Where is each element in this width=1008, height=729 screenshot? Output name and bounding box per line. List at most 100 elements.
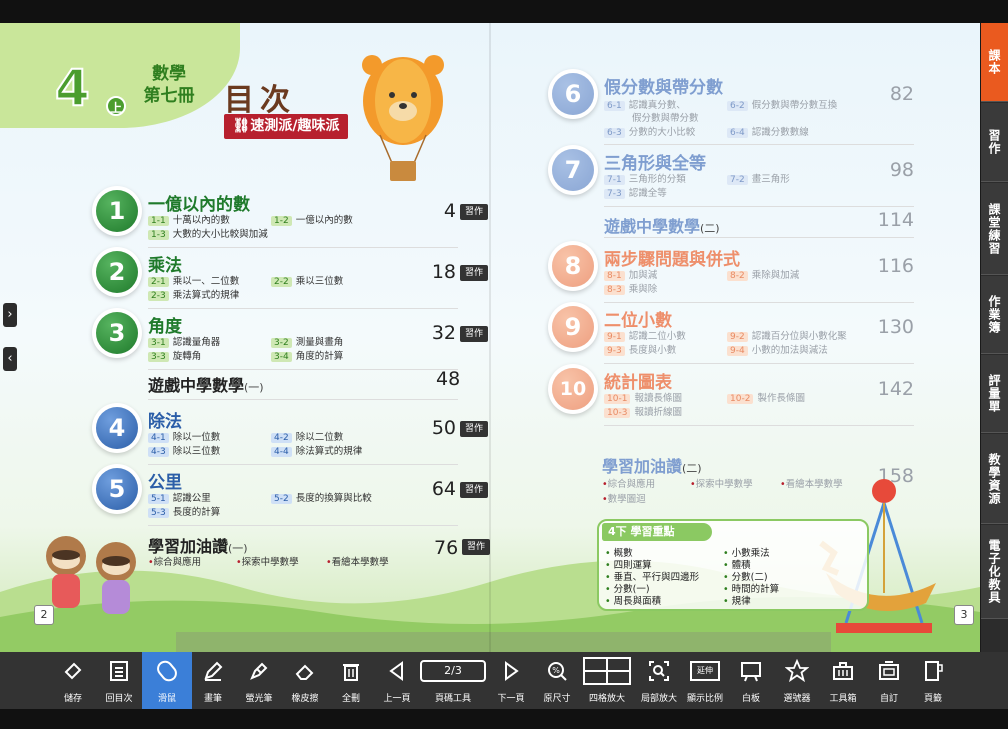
chapter-row[interactable]: 9 二位小數 9-1 認識二位小數 9-2 認識百分位與小數化聚 9-3 長度與小數 … [552, 306, 914, 364]
lesson-code: 5-3 [148, 508, 169, 518]
lesson-item[interactable]: 2-3 乘法算式的規律 [148, 287, 239, 301]
lesson-item[interactable]: 4-4 除法算式的規律 [271, 443, 362, 457]
number-picker-button[interactable]: 選號器 [774, 652, 820, 709]
tab-teaching-resources[interactable]: 教學資源 [981, 434, 1008, 524]
chapter-row[interactable]: 3 角度 3-1 認識量角器 3-2 測量與畫角 3-3 旋轉角 3-4 角度的計算 3… [96, 312, 488, 370]
game-section-row[interactable]: 遊戲中學數學(二) 114 [604, 209, 914, 243]
chapter-row[interactable]: 6 假分數與帶分數 6-1 認識真分數、 6-2 假分數與帶分數互換 假分數與帶分數… [552, 73, 914, 145]
display-ratio-text: 延伸 [690, 661, 720, 681]
review-item[interactable]: •綜合與應用 [148, 554, 201, 568]
lesson-item[interactable]: 1-3 大數的大小比較與加減 [148, 226, 268, 240]
quiz-link-button[interactable]: ⛓速測派/趣味派 [224, 114, 348, 139]
quad-zoom-button[interactable]: 四格放大 [582, 652, 632, 709]
chapter-title: 假分數與帶分數 [604, 78, 723, 98]
lesson-code: 7-1 [604, 175, 625, 185]
lesson-item[interactable]: 5-2 長度的換算與比較 [271, 490, 372, 504]
review-item[interactable]: •綜合與應用 [602, 476, 655, 490]
bookmark-button[interactable]: 頁籤 [910, 652, 956, 709]
lesson-item[interactable]: 2-2 乘以三位數 [271, 273, 343, 287]
chapter-row[interactable]: 5 公里 5-1 認識公里 5-2 長度的換算與比較 5-3 長度的計算 64 習作 [96, 468, 488, 526]
lesson-item[interactable]: 10-2 製作長條圖 [727, 390, 805, 404]
lesson-item[interactable]: 9-1 認識二位小數 [604, 328, 686, 342]
prev-page-button[interactable]: 上一頁 [374, 652, 420, 709]
tab-assessment[interactable]: 評量單 [981, 355, 1008, 433]
workbook-button[interactable]: 習作 [460, 421, 488, 437]
lesson-item[interactable]: 4-2 除以二位數 [271, 429, 343, 443]
lesson-item[interactable]: 6-3 分數的大小比較 [604, 124, 695, 138]
workbook-button[interactable]: 習作 [460, 265, 488, 281]
lesson-item[interactable]: 10-1 報讀長條圖 [604, 390, 682, 404]
lesson-code: 1-1 [148, 216, 169, 226]
original-size-button[interactable]: % 原尺寸 [534, 652, 580, 709]
tab-class-exercise[interactable]: 課堂練習 [981, 183, 1008, 275]
lesson-item[interactable]: 3-2 測量與畫角 [271, 334, 343, 348]
lesson-item[interactable]: 6-4 認識分數數線 [727, 124, 809, 138]
chapter-row[interactable]: 4 除法 4-1 除以一位數 4-2 除以二位數 4-3 除以三位數 4-4 除法算式的… [96, 407, 488, 465]
triangle-left-icon [374, 656, 420, 686]
lesson-item[interactable]: 5-3 長度的計算 [148, 504, 220, 518]
review-item[interactable]: •數學圖迴 [602, 491, 646, 505]
clear-all-button[interactable]: 全刪 [328, 652, 374, 709]
tab-textbook[interactable]: 課本 [981, 23, 1008, 102]
lesson-item[interactable]: 4-3 除以三位數 [148, 443, 220, 457]
lesson-item[interactable]: 6-2 假分數與帶分數互換 [727, 97, 837, 111]
mouse-tool-button[interactable]: 滑鼠 [142, 652, 192, 709]
game-section-row[interactable]: 遊戲中學數學(一) 48 [148, 368, 488, 402]
review-item[interactable]: •探索中學數學 [690, 476, 753, 490]
lesson-item[interactable]: 3-3 旋轉角 [148, 348, 201, 362]
lesson-item[interactable]: 9-3 長度與小數 [604, 342, 676, 356]
lesson-item[interactable]: 1-2 一億以內的數 [271, 212, 353, 226]
workbook-button[interactable]: 習作 [460, 204, 488, 220]
lesson-code: 5-2 [271, 494, 292, 504]
lesson-item[interactable]: 7-2 畫三角形 [727, 171, 790, 185]
chapter-row[interactable]: 8 兩步驟問題與併式 8-1 加與減 8-2 乘除與加減 8-3 乘與除 116 [552, 245, 914, 303]
workbook-button[interactable]: 習作 [460, 482, 488, 498]
lesson-item[interactable]: 2-1 乘以一、二位數 [148, 273, 239, 287]
toc-button[interactable]: 回目次 [96, 652, 142, 709]
tab-workbook[interactable]: 習作 [981, 103, 1008, 182]
chapter-row[interactable]: 10 統計圖表 10-1 報讀長條圖 10-2 製作長條圖 10-3 報讀折線圖 14… [552, 368, 914, 426]
lesson-item[interactable]: 4-1 除以一位數 [148, 429, 220, 443]
prev-page-arrow[interactable]: ‹ [3, 347, 17, 371]
toolbox-button[interactable]: 工具箱 [820, 652, 866, 709]
chapter-row[interactable]: 7 三角形與全等 7-1 三角形的分類 7-2 畫三角形 7-3 認識全等 98 [552, 149, 914, 207]
save-button[interactable]: 儲存 [50, 652, 96, 709]
lesson-item[interactable]: 6-1 認識真分數、 [604, 97, 686, 111]
display-ratio-button[interactable]: 延伸 顯示比例 [682, 652, 728, 709]
lesson-item[interactable]: 3-4 角度的計算 [271, 348, 343, 362]
lesson-item[interactable]: 3-1 認識量角器 [148, 334, 220, 348]
lesson-item[interactable]: 1-1 十萬以內的數 [148, 212, 230, 226]
workbook-button[interactable]: 習作 [462, 539, 490, 555]
lesson-item[interactable]: 7-3 認識全等 [604, 185, 667, 199]
pen-button[interactable]: 畫筆 [190, 652, 236, 709]
review-item[interactable]: •看繪本學數學 [326, 554, 389, 568]
lesson-item[interactable]: 7-1 三角形的分類 [604, 171, 686, 185]
chapter-number-badge: 9 [552, 306, 594, 348]
eraser-button[interactable]: 橡皮擦 [282, 652, 328, 709]
next-page-arrow[interactable]: › [3, 303, 17, 327]
workbook-button[interactable]: 習作 [460, 326, 488, 342]
lesson-item[interactable]: 8-1 加與減 [604, 267, 657, 281]
lesson-item[interactable]: 9-4 小數的加法與減法 [727, 342, 828, 356]
whiteboard-button[interactable]: 白板 [728, 652, 774, 709]
review-item[interactable]: •探索中學數學 [236, 554, 299, 568]
partial-zoom-button[interactable]: 局部放大 [636, 652, 682, 709]
page-tools-label[interactable]: 頁碼工具 [430, 652, 476, 709]
lesson-item[interactable]: 假分數與帶分數 [632, 110, 699, 124]
chapter-row[interactable]: 2 乘法 2-1 乘以一、二位數 2-2 乘以三位數 2-3 乘法算式的規律 18 習… [96, 251, 488, 309]
lesson-code: 3-3 [148, 352, 169, 362]
lesson-item[interactable]: 5-1 認識公里 [148, 490, 211, 504]
save-icon [50, 656, 96, 686]
review-section-row[interactable]: 學習加油讚(一) 76 習作 •綜合與應用 •探索中學數學 •看繪本學數學 [148, 533, 490, 569]
lesson-item[interactable]: 8-3 乘與除 [604, 281, 657, 295]
lesson-item[interactable]: 8-2 乘除與加減 [727, 267, 799, 281]
lesson-item[interactable]: 10-3 報讀折線圖 [604, 404, 682, 418]
mouse-icon [142, 656, 192, 686]
tab-homework[interactable]: 作業簿 [981, 276, 1008, 354]
tab-digital-tools[interactable]: 電子化教具 [981, 525, 1008, 619]
highlighter-button[interactable]: 螢光筆 [236, 652, 282, 709]
chapter-number-badge: 4 [96, 407, 138, 449]
next-page-button[interactable]: 下一頁 [488, 652, 534, 709]
lesson-item[interactable]: 9-2 認識百分位與小數化聚 [727, 328, 847, 342]
chapter-row[interactable]: 1 一億以內的數 1-1 十萬以內的數 1-2 一億以內的數 1-3 大數的大小比較與… [96, 190, 488, 248]
